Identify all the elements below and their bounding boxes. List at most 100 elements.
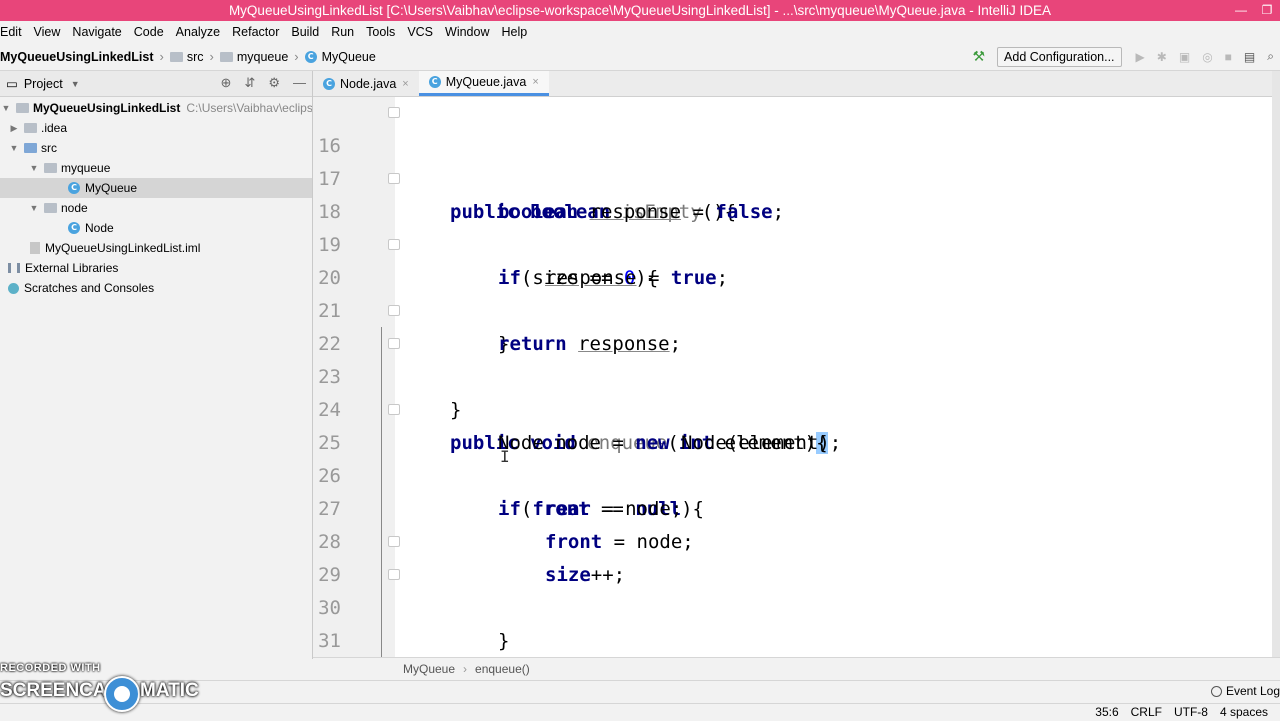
- indent-setting[interactable]: 4 spaces: [1220, 705, 1268, 719]
- chevron-down-icon[interactable]: ▼: [0, 98, 12, 118]
- menu-navigate[interactable]: Navigate: [67, 25, 128, 39]
- tree-item-scratches[interactable]: Scratches and Consoles: [8, 278, 154, 298]
- screencast-logo-icon: [104, 676, 140, 712]
- menu-code[interactable]: Code: [129, 25, 171, 39]
- project-panel-header: ▭ Project ▼ ⊕ ⇵ ⚙ —: [0, 71, 312, 97]
- window-title: MyQueueUsingLinkedList [C:\Users\Vaibhav…: [228, 3, 1052, 18]
- chevron-right-icon: ›: [159, 49, 164, 64]
- screencast-watermark: RECORDED WITH SCREENCAST MATIC: [0, 660, 205, 712]
- fold-marker-icon[interactable]: [388, 536, 400, 547]
- tab-myqueue-java[interactable]: C MyQueue.java ×: [418, 71, 549, 96]
- collapse-all-icon[interactable]: ⇵: [244, 75, 255, 91]
- menu-refactor[interactable]: Refactor: [227, 25, 286, 39]
- search-icon[interactable]: ⌕: [1267, 49, 1274, 64]
- menu-window[interactable]: Window: [440, 25, 496, 39]
- navigation-bar: MyQueueUsingLinkedList › src › myqueue ›…: [0, 43, 1280, 71]
- run-icon[interactable]: ▶: [1136, 50, 1145, 64]
- menu-view[interactable]: View: [29, 25, 68, 39]
- fold-marker-icon[interactable]: [388, 404, 400, 415]
- locate-icon[interactable]: ⊕: [221, 75, 232, 91]
- breadcrumb-src[interactable]: src: [187, 50, 204, 64]
- menu-analyze[interactable]: Analyze: [171, 25, 227, 39]
- fold-marker-icon[interactable]: [388, 239, 400, 250]
- caret-position[interactable]: 35:6: [1095, 705, 1118, 719]
- profile-icon[interactable]: ◎: [1202, 50, 1212, 64]
- code-line: 24 Node node = new Node(element);: [313, 361, 1272, 454]
- code-crumb-class[interactable]: MyQueue: [403, 662, 455, 676]
- class-icon: C: [68, 182, 80, 194]
- breadcrumb-project[interactable]: MyQueueUsingLinkedList: [0, 50, 154, 64]
- menu-edit[interactable]: Edit: [0, 25, 29, 39]
- menu-vcs[interactable]: VCS: [402, 25, 440, 39]
- project-panel-title[interactable]: Project: [24, 77, 63, 91]
- tab-node-java[interactable]: C Node.java ×: [313, 71, 419, 96]
- stop-icon[interactable]: ■: [1225, 50, 1232, 64]
- add-configuration-button[interactable]: Add Configuration...: [997, 46, 1122, 67]
- fold-marker-icon[interactable]: [388, 107, 400, 118]
- build-hammer-icon[interactable]: ⚒: [972, 48, 985, 65]
- tree-item-src[interactable]: ▼ src: [8, 138, 57, 158]
- tree-item-myqueue-package[interactable]: ▼ myqueue: [28, 158, 111, 178]
- debug-icon[interactable]: ✱: [1157, 50, 1167, 64]
- tree-item-label: myqueue: [61, 161, 111, 175]
- breadcrumb-package[interactable]: myqueue: [237, 50, 288, 64]
- chevron-right-icon[interactable]: ▶: [8, 118, 20, 138]
- code-line: 16 public boolean isEmpty(){: [313, 97, 1272, 223]
- package-icon: [44, 203, 57, 213]
- event-log-button[interactable]: Event Log: [1210, 684, 1280, 698]
- close-icon[interactable]: ×: [532, 76, 538, 88]
- tree-item-external-libraries[interactable]: External Libraries: [8, 258, 118, 278]
- breadcrumb-class[interactable]: MyQueue: [322, 50, 376, 64]
- line-separator[interactable]: CRLF: [1131, 705, 1162, 719]
- tree-item-label: External Libraries: [25, 261, 119, 275]
- code-line: 23 public void enqueue(int element){: [313, 328, 1272, 454]
- tree-item-node-package[interactable]: ▼ node: [28, 198, 88, 218]
- fold-marker-icon[interactable]: [388, 305, 400, 316]
- coverage-icon[interactable]: ▣: [1179, 50, 1190, 64]
- tree-item-label: node: [61, 201, 88, 215]
- tree-item-path: C:\Users\Vaibhav\eclipse-w: [186, 101, 333, 115]
- class-icon: C: [304, 50, 317, 63]
- tree-item-label: MyQueue: [85, 181, 138, 195]
- code-line: 31 rear.setNext(node);: [313, 592, 1272, 652]
- menu-help[interactable]: Help: [496, 25, 534, 39]
- fold-marker-icon[interactable]: [388, 338, 400, 349]
- chevron-down-icon[interactable]: ▼: [8, 138, 20, 158]
- window-title-bar: MyQueueUsingLinkedList [C:\Users\Vaibhav…: [0, 0, 1280, 21]
- chevron-down-icon[interactable]: ▼: [28, 158, 40, 178]
- tree-item-myqueue-class[interactable]: C MyQueue: [68, 178, 137, 198]
- breadcrumb: MyQueueUsingLinkedList › src › myqueue ›…: [0, 49, 376, 64]
- chevron-down-icon[interactable]: ▼: [71, 79, 80, 89]
- project-view-icon: ▭: [6, 77, 18, 91]
- project-structure-icon[interactable]: ▤: [1244, 50, 1255, 64]
- code-line: 20 }: [313, 229, 1272, 355]
- maximize-icon[interactable]: ❐: [1254, 0, 1280, 21]
- tab-label: MyQueue.java: [445, 75, 527, 89]
- menu-run[interactable]: Run: [326, 25, 361, 39]
- code-editor[interactable]: 16 public boolean isEmpty(){ 17 boolean …: [313, 97, 1272, 657]
- code-line: 18 if(size == 0){: [313, 163, 1272, 289]
- minimize-icon[interactable]: —: [1228, 0, 1254, 21]
- right-tool-strip: [1272, 71, 1280, 659]
- tree-item-idea[interactable]: ▶ .idea: [8, 118, 68, 138]
- chevron-down-icon[interactable]: ▼: [28, 198, 40, 218]
- tree-item-label: .idea: [41, 121, 68, 135]
- fold-marker-icon[interactable]: [388, 173, 400, 184]
- class-icon: C: [428, 76, 441, 88]
- file-encoding[interactable]: UTF-8: [1174, 705, 1208, 719]
- tree-item-iml[interactable]: MyQueueUsingLinkedList.iml: [30, 238, 200, 258]
- tree-item-node-class[interactable]: C Node: [68, 218, 114, 238]
- code-line: 25 if(front == null){: [313, 394, 1272, 520]
- close-icon[interactable]: ×: [402, 78, 408, 90]
- class-icon: C: [68, 222, 80, 234]
- menu-tools[interactable]: Tools: [361, 25, 402, 39]
- event-log-icon: [1210, 686, 1222, 698]
- fold-marker-icon[interactable]: [388, 569, 400, 580]
- code-crumb-method[interactable]: enqueue(): [475, 662, 530, 676]
- tree-item-project[interactable]: ▼ MyQueueUsingLinkedList C:\Users\Vaibha…: [0, 98, 333, 118]
- gear-icon[interactable]: ⚙: [268, 75, 280, 91]
- watermark-recorded: RECORDED WITH: [0, 662, 101, 674]
- folder-icon: [24, 123, 37, 133]
- hide-icon[interactable]: —: [293, 75, 306, 91]
- menu-build[interactable]: Build: [286, 25, 326, 39]
